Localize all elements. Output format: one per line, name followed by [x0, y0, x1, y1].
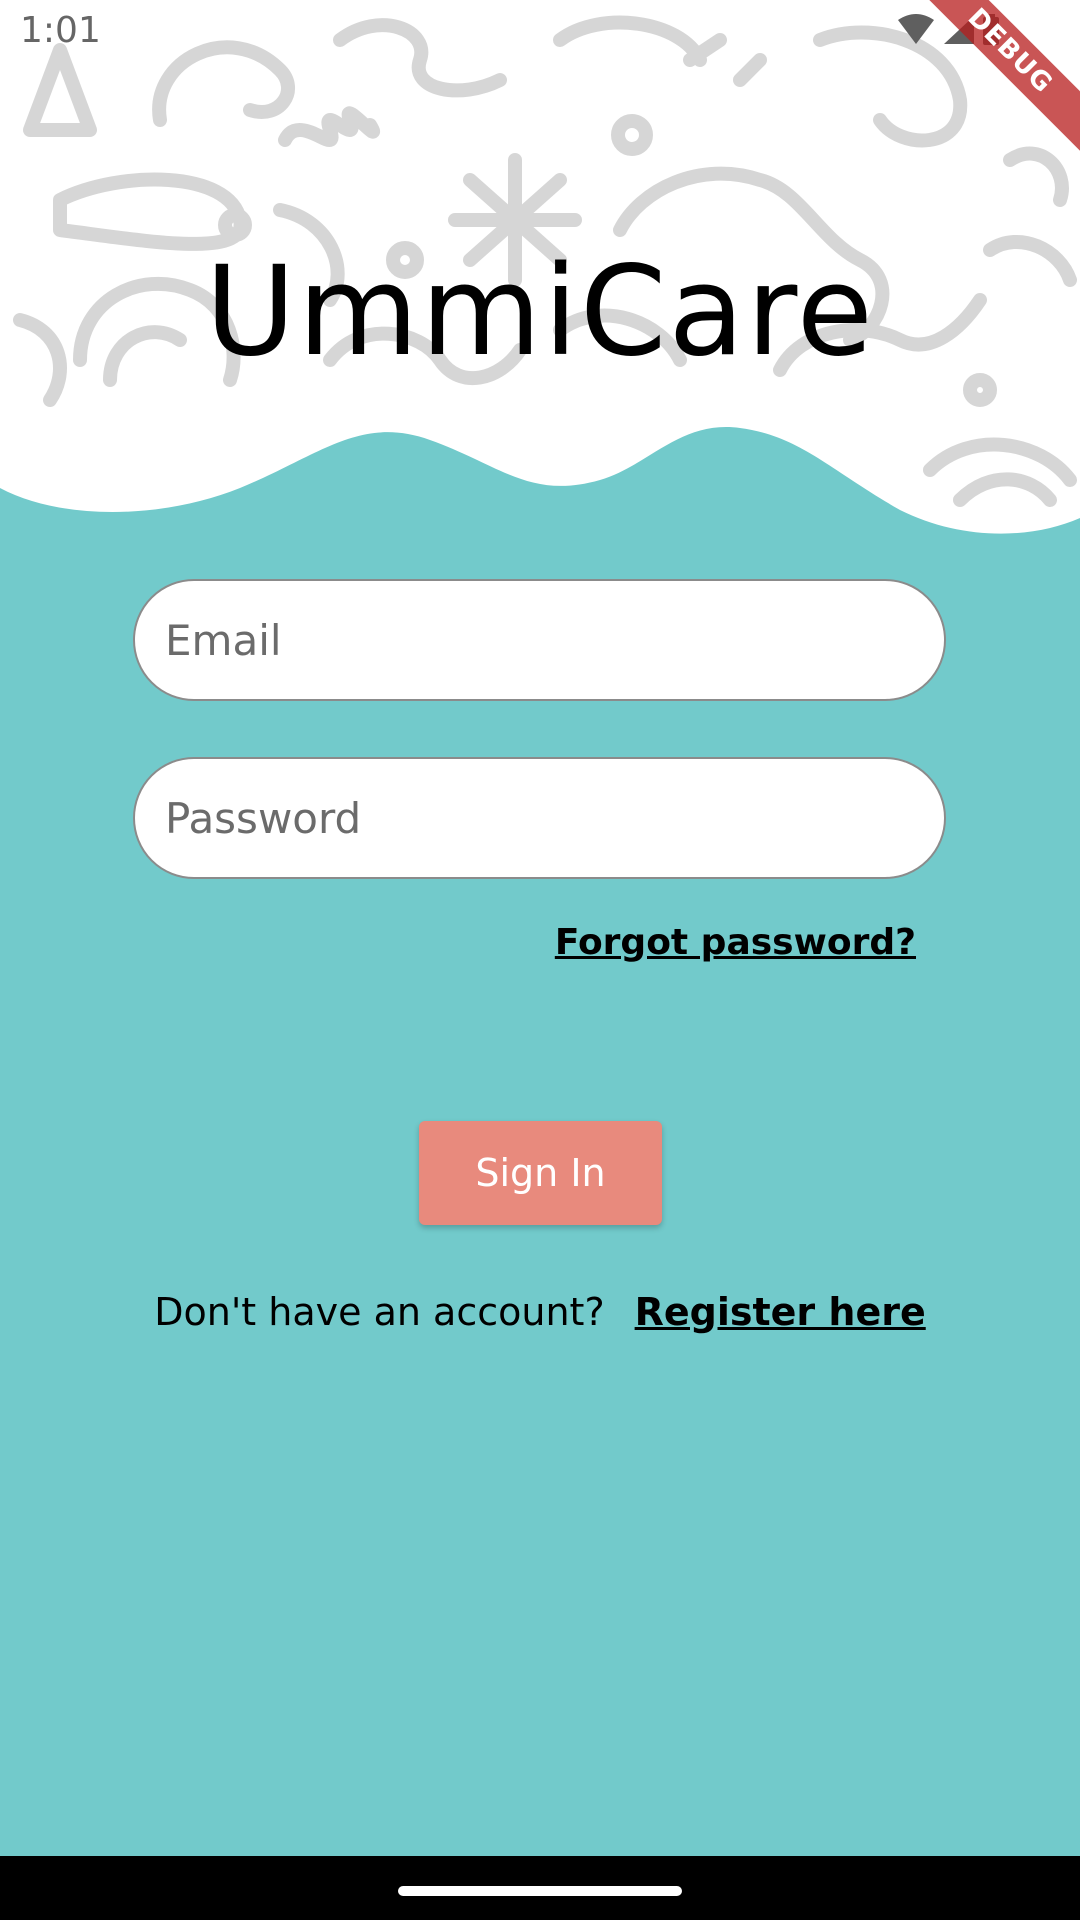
- app-title: UmmiCare: [205, 240, 875, 384]
- debug-banner-label: DEBUG: [910, 0, 1080, 155]
- forgot-password-link[interactable]: Forgot password?: [555, 922, 916, 963]
- status-time: 1:01: [20, 10, 101, 51]
- sign-in-button[interactable]: Sign In: [419, 1121, 662, 1225]
- debug-banner: DEBUG: [910, 0, 1080, 170]
- home-indicator[interactable]: [398, 1886, 682, 1896]
- password-input[interactable]: [133, 757, 946, 879]
- system-nav-bar: [0, 1856, 1080, 1920]
- register-link[interactable]: Register here: [635, 1290, 926, 1334]
- register-prompt: Don't have an account?: [154, 1290, 605, 1334]
- login-screen: 1:01 DEBUG UmmiCare Forgot password? Sig…: [0, 0, 1080, 1920]
- register-row: Don't have an account? Register here: [0, 1290, 1080, 1334]
- email-input[interactable]: [133, 579, 946, 701]
